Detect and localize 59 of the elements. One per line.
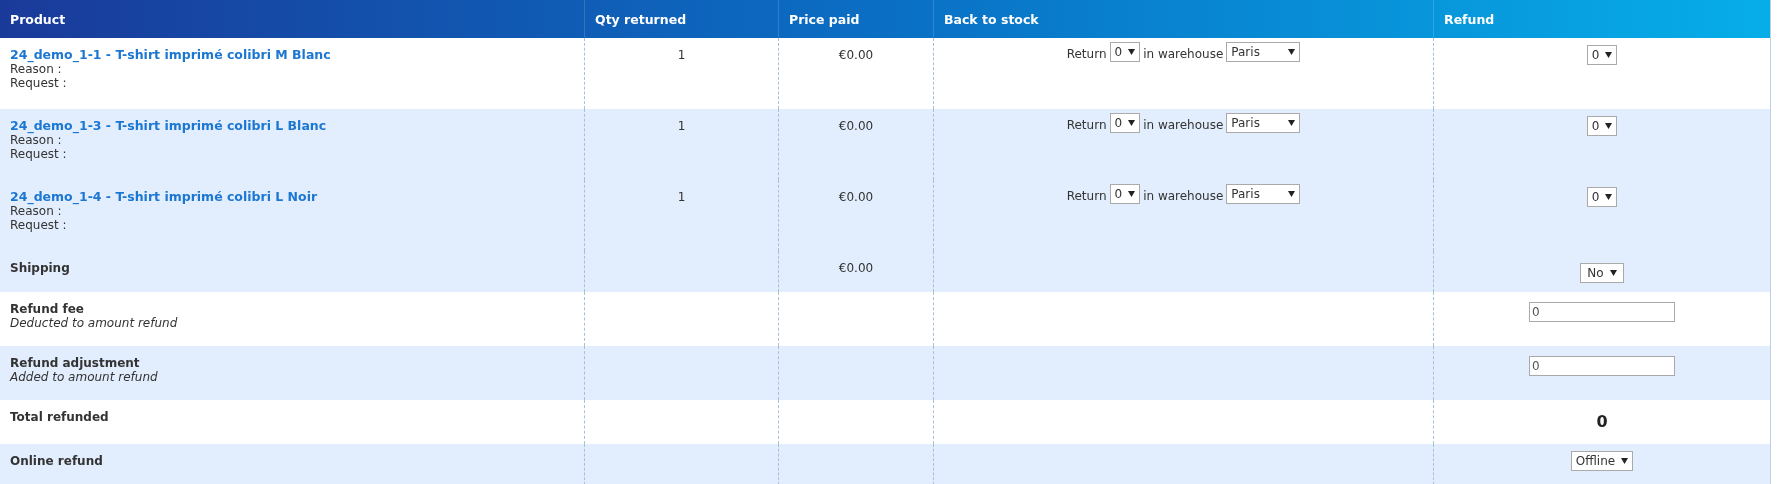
price-value: €0.00 bbox=[838, 190, 874, 204]
refund-quantity-select[interactable]: 0 bbox=[1586, 45, 1618, 65]
caret-icon bbox=[1605, 123, 1613, 129]
request-label: Request : bbox=[10, 147, 68, 161]
warehouse-select[interactable]: Paris bbox=[1226, 42, 1301, 62]
warehouse-label: in warehouse bbox=[1143, 188, 1224, 203]
request-label: Request : bbox=[10, 76, 68, 90]
warehouse-select[interactable]: Paris bbox=[1226, 184, 1301, 204]
return-quantity-select[interactable]: 0 bbox=[1109, 42, 1141, 62]
warehouse-label: in warehouse bbox=[1143, 117, 1224, 132]
caret-icon bbox=[1609, 270, 1617, 276]
product-link[interactable]: 24_demo_1-1 - T-shirt imprimé colibri M Blanc bbox=[10, 48, 574, 62]
refund-quantity-select[interactable]: 0 bbox=[1586, 116, 1618, 136]
reason-label: Reason : bbox=[10, 62, 62, 76]
caret-icon bbox=[1128, 49, 1136, 55]
caret-icon bbox=[1128, 191, 1136, 197]
price-value: €0.00 bbox=[838, 48, 874, 62]
price-value: €0.00 bbox=[838, 119, 874, 133]
quantity-value: 1 bbox=[677, 119, 686, 133]
quantity-value: 1 bbox=[677, 190, 686, 204]
return-quantity-select[interactable]: 0 bbox=[1109, 184, 1141, 204]
row-note: Deducted to amount refund bbox=[10, 316, 179, 330]
column-header: Product bbox=[10, 11, 66, 27]
caret-icon bbox=[1605, 52, 1613, 58]
product-link[interactable]: 24_demo_1-3 - T-shirt imprimé colibri L Blanc bbox=[10, 119, 574, 133]
amount-input[interactable]: 0 bbox=[1529, 302, 1675, 322]
row-label: Refund adjustment bbox=[10, 356, 141, 370]
column-header: Back to stock bbox=[944, 11, 1039, 27]
return-label: Return bbox=[1066, 46, 1107, 61]
refund-quantity-select[interactable]: 0 bbox=[1586, 187, 1618, 207]
reason-label: Reason : bbox=[10, 204, 62, 218]
total-value: 0 bbox=[1596, 415, 1608, 429]
caret-icon bbox=[1605, 194, 1613, 200]
shipping-refund-select[interactable]: No bbox=[1580, 263, 1624, 283]
product-link[interactable]: 24_demo_1-4 - T-shirt imprimé colibri L Noir bbox=[10, 190, 574, 204]
caret-icon bbox=[1621, 458, 1629, 464]
caret-icon bbox=[1288, 191, 1296, 197]
row-label: Total refunded bbox=[10, 410, 110, 424]
warehouse-label: in warehouse bbox=[1143, 46, 1224, 61]
column-header: Refund bbox=[1444, 11, 1495, 27]
row-note: Added to amount refund bbox=[10, 370, 159, 384]
return-label: Return bbox=[1066, 188, 1107, 203]
price-value: €0.00 bbox=[838, 261, 874, 275]
row-label: Shipping bbox=[10, 261, 71, 275]
refund-mode-select[interactable]: Offline bbox=[1570, 451, 1634, 471]
caret-icon bbox=[1288, 49, 1296, 55]
column-header: Price paid bbox=[789, 11, 860, 27]
return-quantity-select[interactable]: 0 bbox=[1109, 113, 1141, 133]
quantity-value: 1 bbox=[677, 48, 686, 62]
amount-input[interactable]: 0 bbox=[1529, 356, 1675, 376]
column-header: Qty returned bbox=[595, 11, 687, 27]
caret-icon bbox=[1288, 120, 1296, 126]
caret-icon bbox=[1128, 120, 1136, 126]
return-label: Return bbox=[1066, 117, 1107, 132]
reason-label: Reason : bbox=[10, 133, 62, 147]
request-label: Request : bbox=[10, 218, 68, 232]
row-label: Online refund bbox=[10, 454, 104, 468]
warehouse-select[interactable]: Paris bbox=[1226, 113, 1301, 133]
row-label: Refund fee bbox=[10, 302, 85, 316]
